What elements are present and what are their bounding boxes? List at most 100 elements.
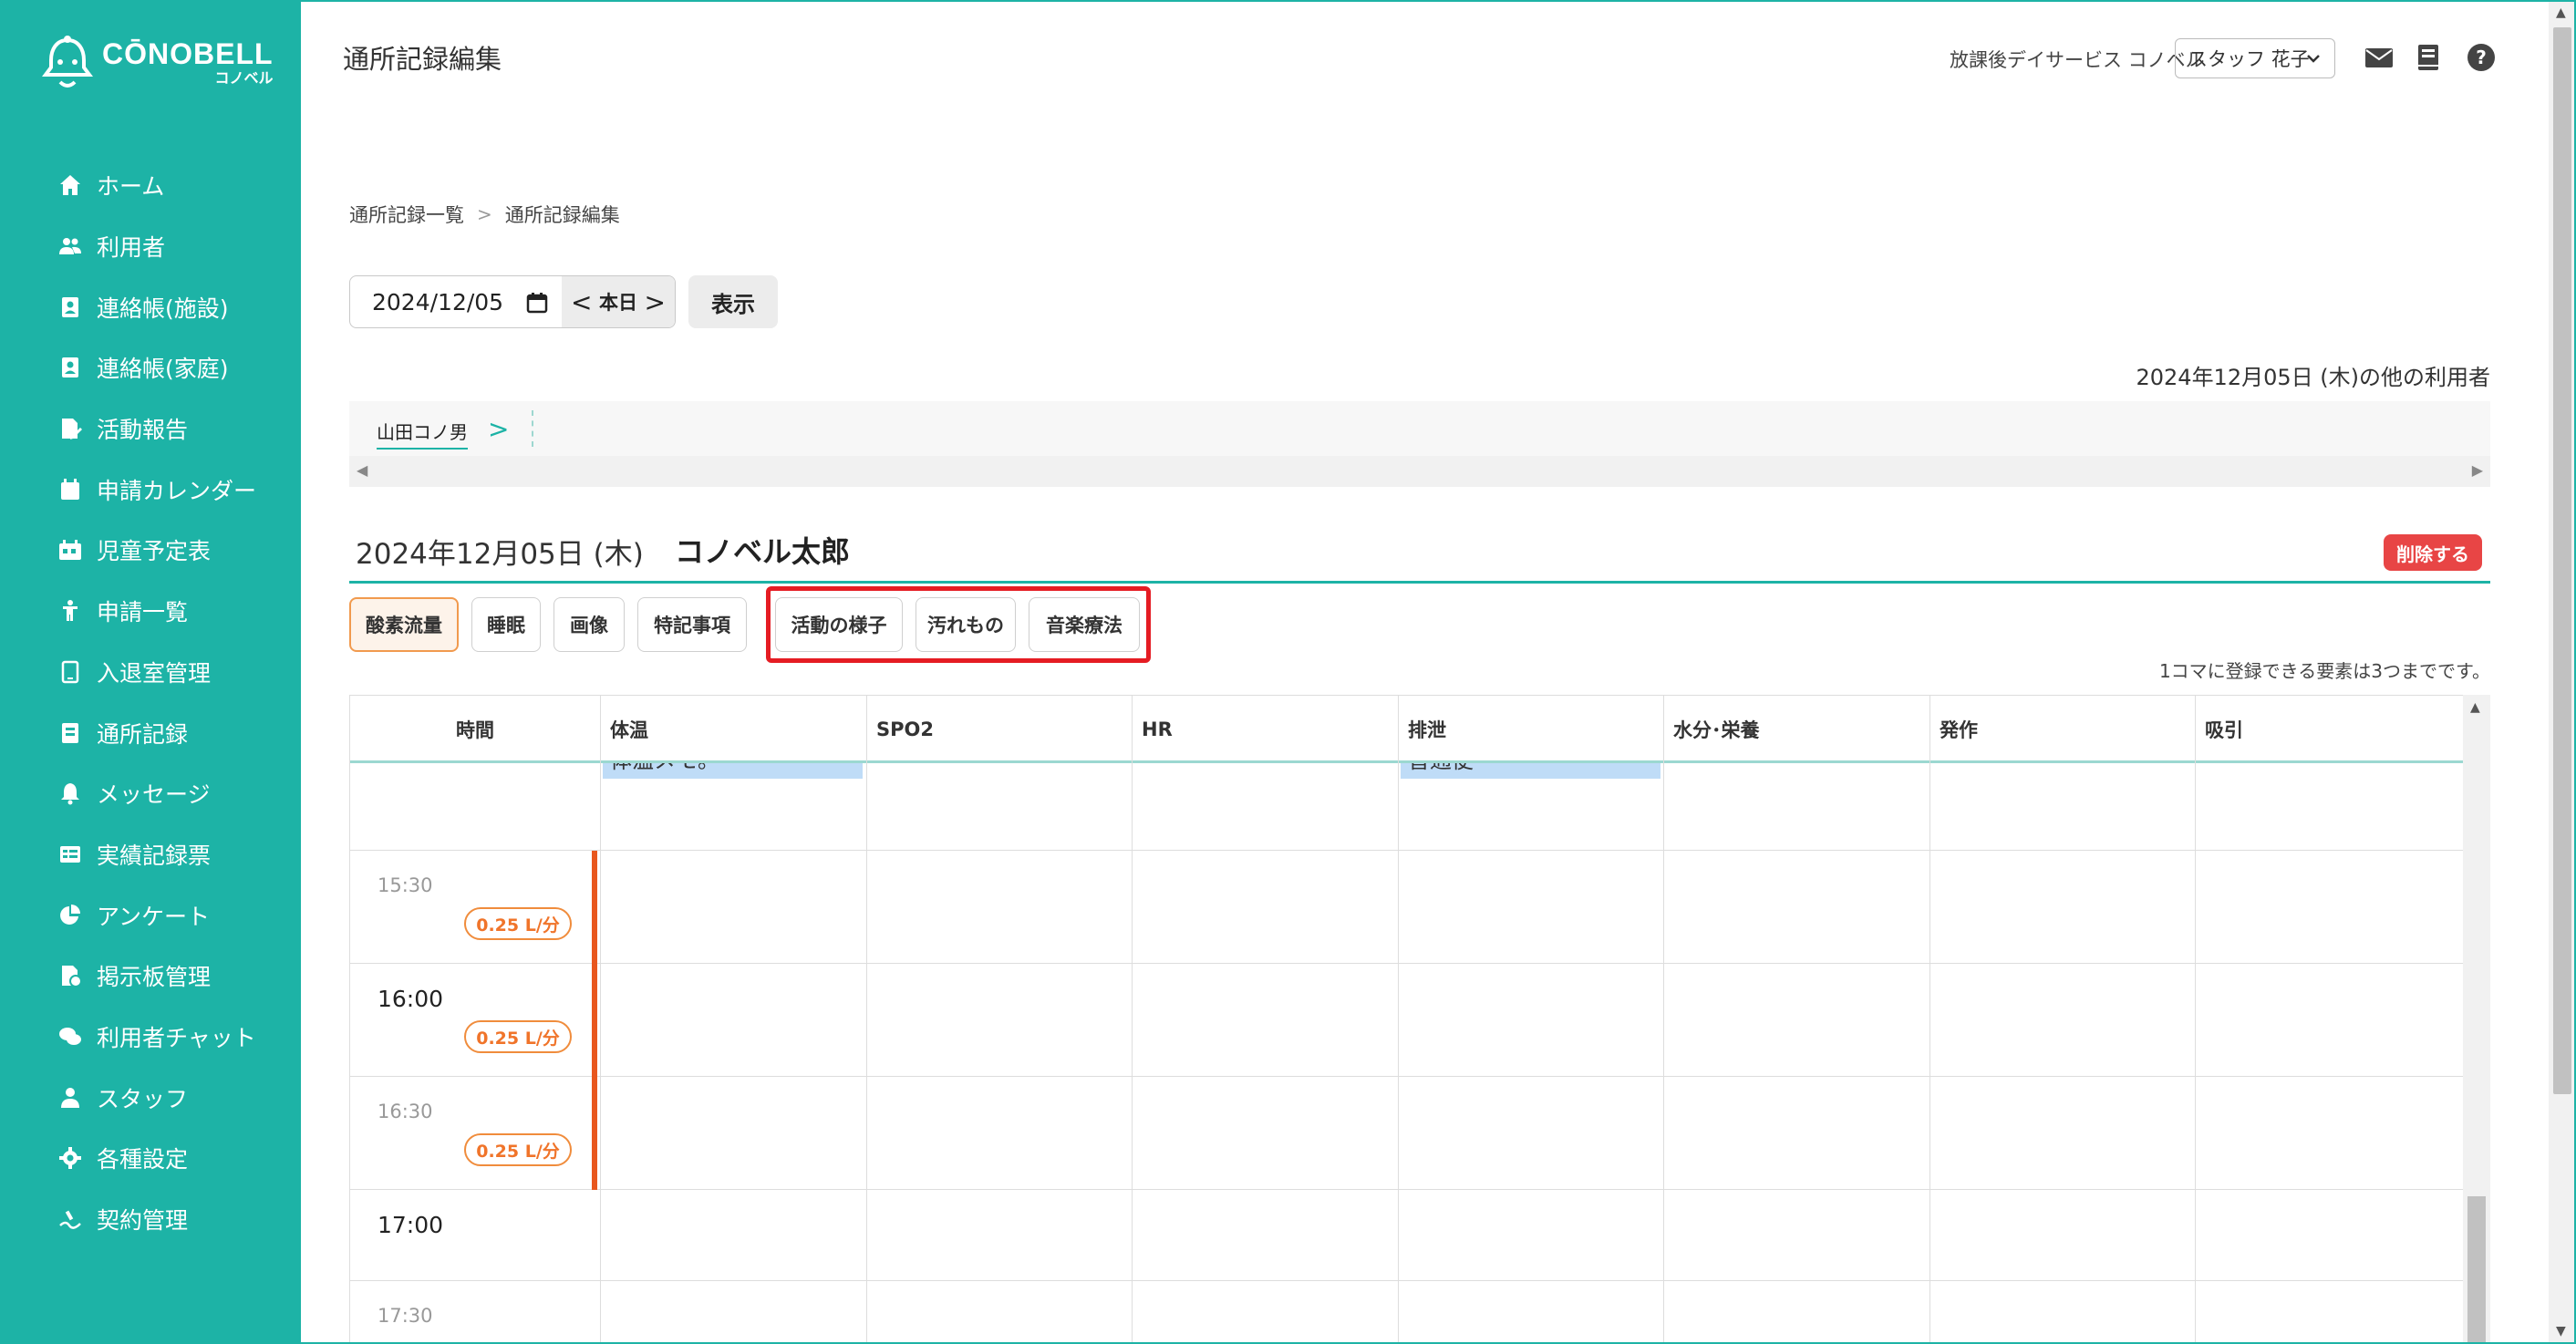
table-cell[interactable] (1664, 964, 1930, 1076)
chevron-right-icon[interactable]: > (488, 414, 509, 444)
scroll-down-icon[interactable]: ▼ (2556, 1324, 2566, 1339)
sidebar-item[interactable]: 掲示板管理 (0, 946, 301, 1007)
table-cell[interactable] (1399, 964, 1664, 1076)
table-cell[interactable] (2196, 1077, 2463, 1189)
calendar-icon[interactable] (525, 291, 549, 315)
sidebar-item[interactable]: 利用者チャット (0, 1007, 301, 1068)
oxygen-flow-badge[interactable]: 0.25 L/分 (464, 1133, 572, 1166)
scroll-thumb[interactable] (2553, 27, 2571, 1094)
table-cell[interactable] (1133, 964, 1399, 1076)
sidebar-item[interactable]: 申請一覧 (0, 581, 301, 642)
staff-select[interactable]: スタッフ 花子 (2175, 38, 2335, 78)
record-user-name: コノベル太郎 (675, 534, 851, 569)
sidebar-item[interactable]: 申請カレンダー (0, 459, 301, 520)
tab-sleep[interactable]: 睡眠 (471, 597, 541, 652)
sidebar-item[interactable]: 通所記録 (0, 702, 301, 763)
table-cell[interactable] (601, 1281, 867, 1344)
table-cell[interactable] (1930, 851, 2196, 963)
table-cell[interactable] (1133, 1281, 1399, 1344)
table-cell[interactable] (1664, 1077, 1930, 1189)
sidebar-item-label: 利用者 (97, 234, 166, 262)
scroll-right-icon[interactable]: ▶ (2472, 461, 2483, 479)
sidebar-item[interactable]: 実績記録票 (0, 824, 301, 885)
sidebar-item[interactable]: 入退室管理 (0, 642, 301, 703)
table-cell[interactable] (1399, 1077, 1664, 1189)
date-input[interactable]: 2024/12/05 (350, 276, 562, 327)
delete-button[interactable]: 削除する (2384, 534, 2482, 571)
table-cell[interactable] (1133, 1077, 1399, 1189)
sidebar-item[interactable]: 活動報告 (0, 398, 301, 460)
table-cell[interactable] (1930, 964, 2196, 1076)
tab-special-notes[interactable]: 特記事項 (637, 597, 747, 652)
sidebar-item[interactable]: 利用者 (0, 216, 301, 277)
table-cell[interactable] (601, 1077, 867, 1189)
sidebar-item[interactable]: 連絡帳(施設) (0, 276, 301, 337)
table-cell[interactable] (1930, 1190, 2196, 1280)
table-cell[interactable] (2196, 1190, 2463, 1280)
brand-logo[interactable]: CŌNOBELL コノベル (40, 35, 274, 91)
sidebar-item[interactable]: 児童予定表 (0, 520, 301, 581)
table-cell[interactable] (601, 1190, 867, 1280)
table-cell[interactable] (1664, 851, 1930, 963)
help-icon[interactable]: ? (2464, 40, 2498, 75)
prev-day-button[interactable]: < (571, 287, 592, 317)
brand-subtitle: コノベル (214, 69, 274, 87)
table-cell[interactable] (867, 1190, 1133, 1280)
sidebar-item[interactable]: メッセージ (0, 763, 301, 824)
sidebar-item[interactable]: 連絡帳(家庭) (0, 337, 301, 398)
tab-oxygen-flow[interactable]: 酸素流量 (349, 597, 459, 652)
sidebar-item[interactable]: アンケート (0, 884, 301, 946)
horizontal-scrollbar[interactable]: ◀ ▶ (349, 456, 2490, 487)
sidebar-item-label: 申請カレンダー (97, 477, 257, 504)
sidebar-item-label: 通所記録 (97, 720, 189, 748)
oxygen-flow-badge[interactable]: 0.25 L/分 (464, 1020, 572, 1053)
table-scrollbar[interactable]: ▲ (2463, 695, 2490, 1344)
next-day-button[interactable]: > (645, 287, 666, 317)
book-icon[interactable] (2411, 40, 2446, 75)
table-cell[interactable] (1930, 1077, 2196, 1189)
table-cell[interactable] (601, 964, 867, 1076)
scroll-left-icon[interactable]: ◀ (357, 461, 367, 479)
sidebar-item[interactable]: スタッフ (0, 1067, 301, 1128)
tab-image[interactable]: 画像 (553, 597, 625, 652)
table-cell[interactable] (1133, 851, 1399, 963)
table-cell[interactable] (1664, 1190, 1930, 1280)
table-cell[interactable] (1399, 1281, 1664, 1344)
table-cell[interactable] (867, 1077, 1133, 1189)
other-user-link[interactable]: 山田コノ男 (377, 418, 468, 450)
table-cell[interactable] (867, 851, 1133, 963)
sidebar-item[interactable]: ホーム (0, 155, 301, 216)
sidebar-item-label: 入退室管理 (97, 659, 212, 687)
oxygen-flow-badge[interactable]: 0.25 L/分 (464, 907, 572, 940)
column-header: SPO2 (867, 696, 1133, 763)
sidebar-item[interactable]: 各種設定 (0, 1128, 301, 1189)
column-header: 発作 (1930, 696, 2196, 763)
page-scrollbar[interactable]: ▲ ▼ (2549, 0, 2576, 1344)
gear-icon (57, 1144, 84, 1172)
table-cell[interactable] (2196, 851, 2463, 963)
report-icon (57, 415, 84, 442)
table-cell[interactable] (867, 1281, 1133, 1344)
table-cell[interactable] (1133, 1190, 1399, 1280)
mail-icon[interactable] (2362, 40, 2396, 75)
table-cell[interactable] (867, 964, 1133, 1076)
table-cell[interactable] (1930, 1281, 2196, 1344)
sidebar-item-label: 利用者チャット (97, 1024, 256, 1051)
table-cell[interactable] (1664, 1281, 1930, 1344)
table-cell[interactable] (601, 851, 867, 963)
scroll-up-icon[interactable]: ▲ (2470, 700, 2480, 715)
breadcrumb-link-list[interactable]: 通所記録一覧 (349, 201, 464, 228)
top-header: 通所記録編集 放課後デイサービス コノベル スタッフ 花子 ? (301, 0, 2549, 109)
chat-icon (57, 1023, 84, 1050)
column-header: 排泄 (1399, 696, 1664, 763)
table-cell[interactable] (2196, 1281, 2463, 1344)
sidebar-item-label: ホーム (97, 173, 165, 201)
today-button[interactable]: 本日 (599, 288, 637, 315)
table-cell[interactable] (2196, 964, 2463, 1076)
table-cell[interactable] (1399, 851, 1664, 963)
show-button[interactable]: 表示 (688, 275, 778, 328)
scroll-up-icon[interactable]: ▲ (2556, 5, 2566, 20)
sidebar-item[interactable]: 契約管理 (0, 1189, 301, 1250)
table-cell[interactable] (1399, 1190, 1664, 1280)
scroll-thumb[interactable] (2467, 1196, 2486, 1344)
